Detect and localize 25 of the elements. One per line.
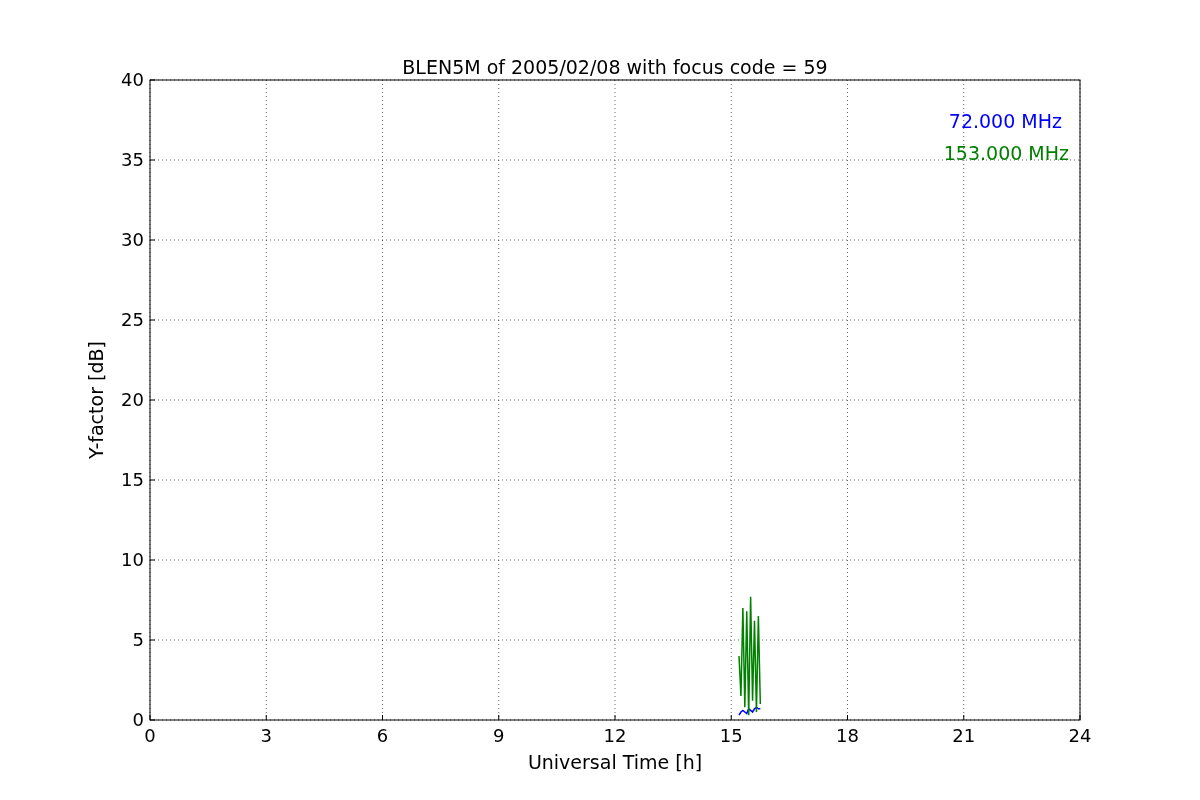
- x-tick-label: 12: [603, 725, 627, 746]
- y-tick-label: 15: [121, 469, 144, 490]
- x-axis-title: Universal Time [h]: [527, 751, 703, 773]
- y-tick-mark: [149, 719, 156, 721]
- x-tick-label: 15: [719, 725, 743, 746]
- x-tick-label: 0: [144, 725, 156, 746]
- x-tick-mark: [149, 714, 151, 721]
- y-tick-label: 25: [121, 309, 144, 330]
- x-tick-label: 24: [1068, 725, 1092, 746]
- y-tick-label: 40: [121, 69, 144, 90]
- x-tick-label: 9: [493, 725, 505, 746]
- x-tick-label: 3: [260, 725, 272, 746]
- x-tick-label: 6: [376, 725, 389, 746]
- y-tick-label: 30: [121, 229, 144, 250]
- y-axis-title: Y-factor [dB]: [85, 341, 107, 459]
- legend-label: 72.000 MHz: [948, 110, 1062, 132]
- x-tick-label: 18: [836, 725, 859, 746]
- legend-label: 153.000 MHz: [943, 142, 1069, 164]
- y-tick-label: 10: [121, 549, 144, 570]
- y-tick-label: 35: [121, 149, 144, 170]
- y-tick-label: 0: [132, 709, 144, 730]
- y-tick-label: 20: [121, 389, 144, 410]
- y-tick-label: 5: [132, 629, 144, 650]
- x-tick-label: 21: [952, 725, 976, 746]
- chart-title: BLEN5M of 2005/02/08 with focus code = 59: [402, 56, 828, 78]
